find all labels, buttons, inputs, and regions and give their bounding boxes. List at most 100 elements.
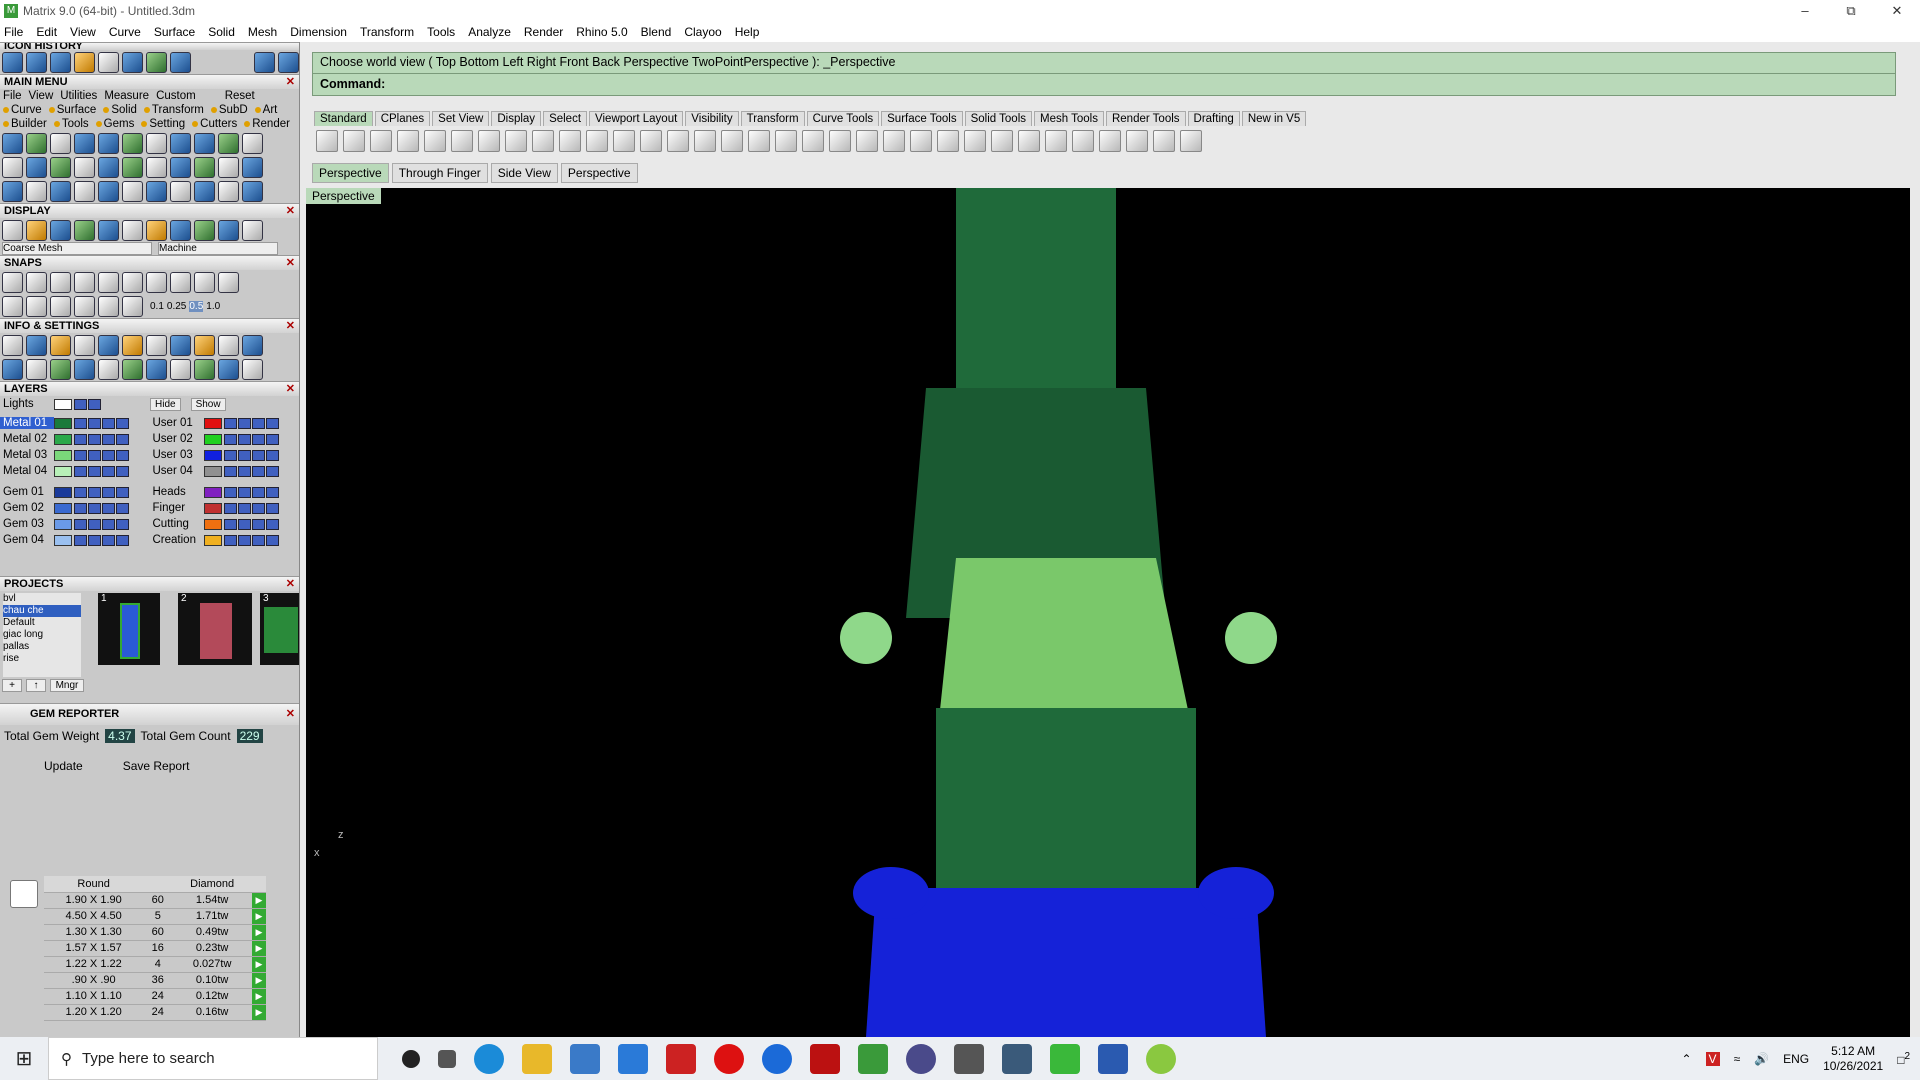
layer-toggle[interactable] bbox=[102, 502, 115, 514]
layer-color-swatch[interactable] bbox=[203, 518, 222, 530]
layer-toggle[interactable] bbox=[265, 465, 279, 477]
tool-icon[interactable] bbox=[50, 334, 71, 356]
tool-icon[interactable] bbox=[50, 156, 71, 178]
layer-toggle[interactable] bbox=[116, 449, 129, 461]
layer-color-swatch[interactable] bbox=[203, 486, 222, 498]
tool-icon[interactable] bbox=[2, 219, 23, 241]
app-icon[interactable] bbox=[1002, 1043, 1032, 1074]
viewport-tab-side-view[interactable]: Side View bbox=[490, 163, 558, 183]
history-icon[interactable] bbox=[122, 51, 143, 73]
windows-start-button[interactable]: ⊞ bbox=[0, 1037, 48, 1080]
tool-icon[interactable] bbox=[218, 219, 239, 241]
layer-color-swatch[interactable] bbox=[203, 465, 222, 477]
layer-color-swatch[interactable] bbox=[54, 465, 72, 477]
layer-toggle[interactable] bbox=[88, 449, 101, 461]
play-arrow-icon[interactable]: ▶ bbox=[252, 988, 266, 1005]
tool-icon[interactable] bbox=[98, 271, 119, 293]
mm-cutters[interactable]: Cutters bbox=[192, 118, 237, 130]
tool-icon[interactable] bbox=[50, 180, 71, 202]
layer-color[interactable] bbox=[54, 398, 72, 410]
word-icon[interactable] bbox=[1098, 1043, 1128, 1074]
tool-icon[interactable] bbox=[146, 271, 167, 293]
layer-name[interactable]: Gem 04 bbox=[0, 534, 54, 546]
mm-solid[interactable]: Solid bbox=[103, 104, 137, 116]
opera-icon[interactable] bbox=[714, 1043, 744, 1074]
tool-icon[interactable] bbox=[122, 219, 143, 241]
tool-icon[interactable] bbox=[218, 156, 239, 178]
tool-icon[interactable] bbox=[218, 358, 239, 380]
layer-toggle[interactable] bbox=[74, 502, 87, 514]
project-thumb-2[interactable]: 2 bbox=[178, 593, 252, 665]
app-icon[interactable] bbox=[906, 1043, 936, 1074]
menu-view[interactable]: View bbox=[70, 25, 96, 39]
chevron-up-icon[interactable]: ⌃ bbox=[1681, 1052, 1691, 1066]
close-icon[interactable]: ✕ bbox=[286, 75, 295, 90]
mm-curve[interactable]: Curve bbox=[3, 104, 42, 116]
layer-toggle[interactable] bbox=[88, 486, 101, 498]
menu-mesh[interactable]: Mesh bbox=[248, 25, 277, 39]
task-view-icon[interactable] bbox=[438, 1049, 456, 1068]
layer-toggle[interactable] bbox=[88, 534, 101, 546]
layer-name[interactable]: User 02 bbox=[150, 433, 204, 445]
mm-view[interactable]: View bbox=[29, 90, 54, 102]
layer-toggle[interactable] bbox=[251, 486, 265, 498]
viewport-tab-perspective[interactable]: Perspective bbox=[560, 163, 638, 183]
tool-icon[interactable] bbox=[242, 358, 263, 380]
mail-icon[interactable] bbox=[618, 1043, 648, 1074]
mm-subd[interactable]: SubD bbox=[210, 104, 248, 116]
toolbar-tab-curve-tools[interactable]: Curve Tools bbox=[806, 111, 880, 126]
layer-name[interactable]: Cutting bbox=[150, 518, 204, 530]
tool-icon[interactable] bbox=[74, 219, 95, 241]
play-arrow-icon[interactable]: ▶ bbox=[252, 1004, 266, 1021]
tool-icon[interactable] bbox=[194, 156, 215, 178]
tool-icon[interactable] bbox=[74, 180, 95, 202]
tool-icon[interactable] bbox=[2, 180, 23, 202]
tool-icon[interactable] bbox=[74, 334, 95, 356]
layer-toggle[interactable] bbox=[74, 518, 87, 530]
mm-file[interactable]: File bbox=[3, 90, 22, 102]
back-arrow-icon[interactable] bbox=[254, 51, 275, 73]
layer-toggle[interactable] bbox=[237, 502, 251, 514]
toolbar-tab-solid-tools[interactable]: Solid Tools bbox=[964, 111, 1032, 126]
standard-tool-icon[interactable] bbox=[613, 130, 635, 152]
layer-color-swatch[interactable] bbox=[54, 433, 72, 445]
tool-icon[interactable] bbox=[170, 358, 191, 380]
tool-icon[interactable] bbox=[74, 271, 95, 293]
save-report-button[interactable]: Save Report bbox=[123, 759, 190, 773]
layer-toggle[interactable] bbox=[102, 417, 115, 429]
layer-toggle[interactable] bbox=[88, 518, 101, 530]
mm-transform[interactable]: Transform bbox=[143, 104, 204, 116]
standard-tool-icon[interactable] bbox=[451, 130, 473, 152]
antivirus-icon[interactable]: V bbox=[1705, 1051, 1720, 1066]
close-icon[interactable]: ✕ bbox=[286, 382, 295, 397]
layer-color-swatch[interactable] bbox=[203, 534, 222, 546]
project-item[interactable]: chau che bbox=[3, 605, 81, 617]
menu-curve[interactable]: Curve bbox=[109, 25, 141, 39]
menu-file[interactable]: File bbox=[4, 25, 23, 39]
layer-name[interactable]: Heads bbox=[150, 486, 204, 498]
menu-edit[interactable]: Edit bbox=[36, 25, 57, 39]
play-arrow-icon[interactable]: ▶ bbox=[252, 924, 266, 941]
layer-toggle[interactable] bbox=[223, 534, 237, 546]
tool-icon[interactable] bbox=[170, 219, 191, 241]
history-icon[interactable] bbox=[26, 51, 47, 73]
toolbar-tab-new-in-v5[interactable]: New in V5 bbox=[1241, 111, 1307, 126]
mm-art[interactable]: Art bbox=[254, 104, 277, 116]
mm-utilities[interactable]: Utilities bbox=[60, 90, 97, 102]
tool-icon[interactable] bbox=[122, 271, 143, 293]
menu-clayoo[interactable]: Clayoo bbox=[684, 25, 721, 39]
standard-tool-icon[interactable] bbox=[424, 130, 446, 152]
layer-name[interactable]: User 01 bbox=[150, 417, 204, 429]
tool-icon[interactable] bbox=[2, 156, 23, 178]
layer-toggle[interactable] bbox=[265, 417, 279, 429]
mm-custom[interactable]: Custom bbox=[156, 90, 196, 102]
menu-rhino-5-0[interactable]: Rhino 5.0 bbox=[576, 25, 627, 39]
tool-icon[interactable] bbox=[26, 219, 47, 241]
standard-tool-icon[interactable] bbox=[1126, 130, 1148, 152]
layer-toggle[interactable] bbox=[237, 449, 251, 461]
toolbar-tab-surface-tools[interactable]: Surface Tools bbox=[881, 111, 963, 126]
tool-icon[interactable] bbox=[146, 219, 167, 241]
history-icon[interactable] bbox=[146, 51, 167, 73]
layer-toggle[interactable] bbox=[251, 465, 265, 477]
layer-name[interactable]: Metal 01 bbox=[0, 417, 54, 429]
